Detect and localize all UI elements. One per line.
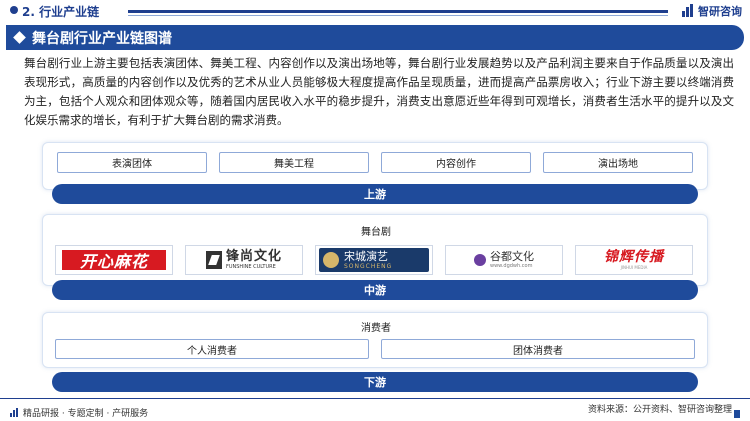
upstream-item: 表演团体	[57, 152, 207, 173]
page-title: 舞台剧行业产业链图谱	[32, 31, 172, 47]
footer-services-text: 精品研报 · 专题定制 · 产研服务	[23, 409, 149, 419]
top-bar: 2. 行业产业链 智研咨询	[0, 0, 750, 22]
logo-songcheng-cn: 宋城演艺	[344, 249, 388, 263]
logo-funshine-en: FUNSHINE CULTURE	[225, 264, 276, 270]
downstream-band: 下游	[52, 372, 698, 392]
upstream-item: 舞美工程	[219, 152, 369, 173]
logo-kaixin-mahua: 开心麻花	[55, 245, 173, 275]
logo-gudu-culture: 谷都文化 www.dgdwh.com	[445, 245, 563, 275]
downstream-box: 消费者 个人消费者 团体消费者	[42, 312, 708, 368]
section-dot-icon	[10, 6, 18, 14]
bar-chart-logo-icon	[681, 4, 695, 18]
logo-funshine-culture: 锋尚文化 FUNSHINE CULTURE	[185, 245, 303, 275]
logo-kaixin-mahua-text: 开心麻花	[62, 250, 166, 271]
industry-chain-diagram: 表演团体 舞美工程 内容创作 演出场地 上游 舞台剧 开心麻花 锋尚文化 FUN…	[42, 142, 708, 392]
footer-services: 精品研报 · 专题定制 · 产研服务	[10, 406, 148, 419]
diamond-icon	[13, 31, 26, 44]
logo-jinhui-cn: 锦辉传播	[604, 249, 664, 265]
logo-jinhui-media: 锦辉传播 JINHUI MEDIA	[575, 245, 693, 275]
corner-accent	[734, 410, 740, 418]
logo-jinhui-en: JINHUI MEDIA	[620, 265, 648, 270]
downstream-item: 团体消费者	[381, 339, 695, 359]
downstream-item: 个人消费者	[55, 339, 369, 359]
midstream-label: 舞台剧	[361, 227, 391, 238]
logo-gudu-cn: 谷都文化	[490, 250, 534, 263]
upstream-box: 表演团体 舞美工程 内容创作 演出场地	[42, 142, 708, 190]
midstream-band: 中游	[52, 280, 698, 300]
logo-gudu-en: www.dgdwh.com	[490, 263, 533, 269]
footer-divider	[0, 398, 750, 399]
gudu-mark-icon	[474, 254, 486, 266]
brand-name: 智研咨询	[698, 5, 742, 18]
logo-funshine-cn: 锋尚文化	[225, 249, 282, 264]
section-title: 2. 行业产业链	[22, 5, 100, 19]
title-bar: 舞台剧行业产业链图谱	[6, 25, 744, 50]
bar-chart-icon	[10, 408, 19, 417]
upstream-band: 上游	[52, 184, 698, 204]
logo-songcheng: 宋城演艺 SONGCHENG	[315, 245, 433, 275]
downstream-label: 消费者	[361, 323, 391, 334]
upstream-item: 内容创作	[381, 152, 531, 173]
brand: 智研咨询	[681, 3, 742, 19]
songcheng-mark-icon	[323, 252, 339, 268]
midstream-box: 舞台剧 开心麻花 锋尚文化 FUNSHINE CULTURE 宋城演艺 SONG…	[42, 214, 708, 286]
upstream-item: 演出场地	[543, 152, 693, 173]
funshine-mark-icon	[205, 251, 222, 269]
intro-paragraph: 舞台剧行业上游主要包括表演团体、舞美工程、内容创作以及演出场地等，舞台剧行业发展…	[24, 56, 734, 127]
source-note: 资料来源：公开资料、智研咨询整理	[587, 405, 732, 415]
logo-songcheng-en: SONGCHENG	[344, 262, 393, 270]
header-divider	[128, 10, 668, 13]
header-divider-thin	[128, 15, 668, 16]
